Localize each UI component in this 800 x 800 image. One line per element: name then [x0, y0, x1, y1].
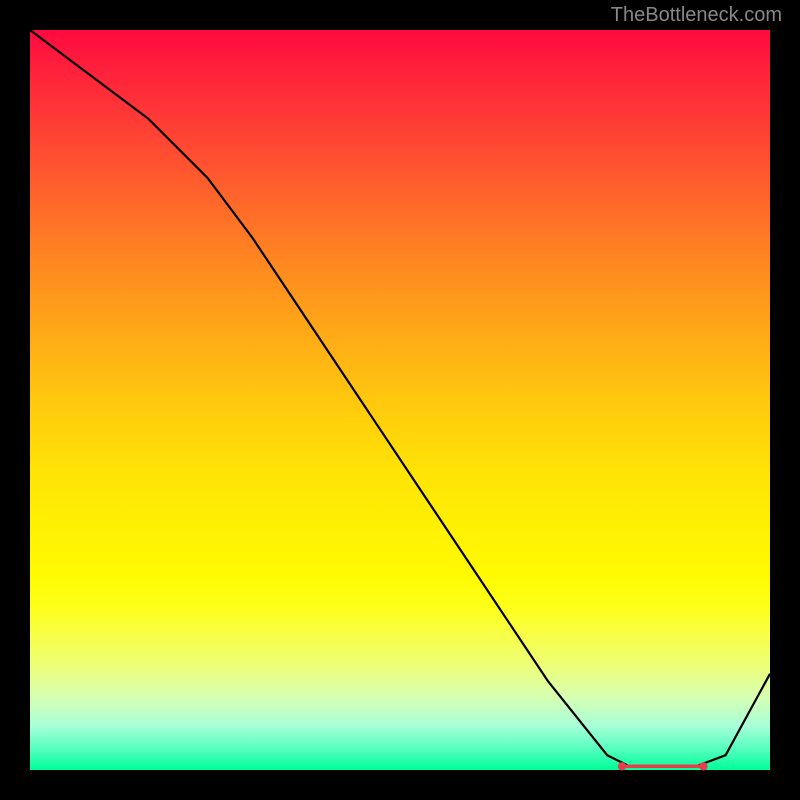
chart-svg	[30, 30, 770, 770]
chart-plot-area	[30, 30, 770, 770]
optimal-range-marker	[618, 762, 708, 770]
bottleneck-curve	[30, 30, 770, 766]
watermark-text: TheBottleneck.com	[611, 4, 782, 27]
